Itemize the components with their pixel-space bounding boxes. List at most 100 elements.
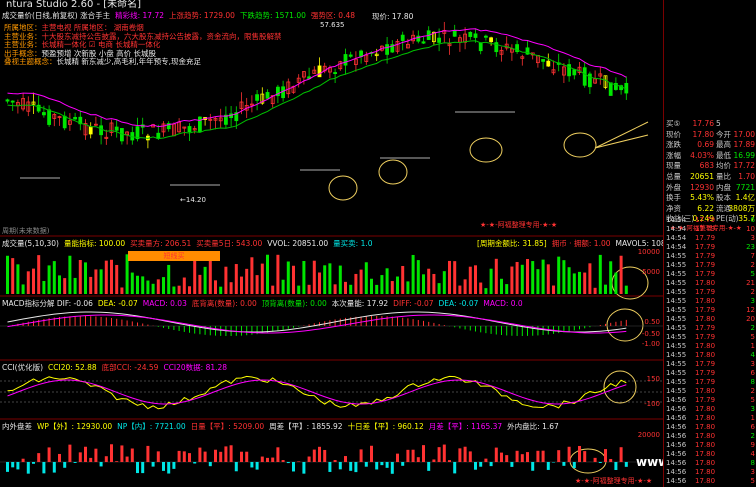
volume-bar (604, 284, 607, 294)
tick-price: 17.80 (695, 315, 716, 323)
tick-price: 17.79 (695, 324, 716, 332)
volume-bar (448, 260, 451, 294)
tick-time: 14:56 (666, 450, 687, 458)
header-item: 十日差【平】: 960.12 (347, 422, 424, 431)
volume-bar (292, 265, 295, 294)
tick-price: 17.79 (695, 234, 716, 242)
bottom-bar (136, 462, 139, 474)
volume-bar (89, 276, 93, 294)
volume-bar (526, 259, 529, 294)
bottom-bar (188, 453, 191, 462)
tick-row: 14:55 17.80 1 (664, 342, 756, 351)
tick-row: 14:55 17.80 3 (664, 297, 756, 306)
low-price-label: ←14.20 (180, 196, 206, 204)
tick-price: 17.79 (695, 369, 716, 377)
volume-bar (234, 264, 238, 294)
tick-volume: 5 (750, 477, 755, 485)
tick-price: 17.80 (695, 414, 716, 422)
bottom-bar (110, 444, 113, 462)
volume-bar (240, 276, 243, 294)
quote-row: 换手 5.43% 股本 1.4亿 (664, 192, 756, 203)
tick-volume: 3 (750, 468, 755, 476)
quote-cell: 最高 (716, 140, 731, 150)
bottom-bar (567, 446, 571, 462)
bottom-bar (245, 451, 249, 462)
bottom-bar (479, 462, 483, 467)
bottom-bar (302, 462, 306, 474)
bottom-bar (448, 460, 451, 462)
bottom-bar (427, 462, 431, 471)
header-item: DEA: -0.07 (438, 299, 479, 308)
bottom-bar (68, 444, 72, 462)
bottom-bar (557, 450, 561, 462)
highlight-ring (328, 175, 358, 201)
volume-bar (557, 256, 561, 294)
volume-bar (177, 285, 181, 294)
volume-bar (390, 281, 394, 294)
chart-area[interactable]: 成交量价(日线,前复权) 涨合手主 精彩线: 17.72 上涨趋势: 1729.00… (0, 0, 747, 487)
tick-volume: 7 (750, 252, 755, 260)
tick-time: 14:55 (666, 270, 687, 278)
volume-bar (260, 263, 264, 294)
bottom-bar (370, 445, 373, 462)
tick-volume: 6 (750, 216, 755, 224)
bottom-bar (531, 462, 535, 471)
bottom-bar (146, 445, 150, 462)
tick-time: 14:56 (666, 468, 687, 476)
tick-time: 14:55 (666, 342, 687, 350)
header-item: 量买卖: 1.0 (333, 239, 373, 248)
candle-body (10, 100, 15, 103)
header-item: 本次量能: 17.92 (331, 299, 389, 308)
tick-price: 17.80 (695, 468, 716, 476)
bottom-bar (84, 446, 87, 462)
bottom-bar (292, 462, 295, 472)
header-item: CCI(优化版) (2, 363, 44, 372)
volume-bar (58, 275, 61, 294)
tick-volume: 2 (750, 261, 755, 269)
bottom-bar (432, 459, 436, 462)
macd-axis-3: -1.00 (641, 340, 660, 348)
volume-bar (110, 259, 113, 294)
tick-volume: 5 (750, 270, 755, 278)
candle-body (317, 65, 322, 78)
candle-body (478, 42, 483, 52)
info-line-label: 叠视主题概念： (4, 57, 57, 66)
volume-bar (432, 273, 436, 294)
quote-cell: 17.00 (733, 129, 755, 139)
bottom-bar (250, 462, 254, 468)
volume-bar (47, 265, 51, 294)
header-item: 精彩线: 17.72 (115, 11, 165, 20)
volume-bar (99, 269, 103, 294)
tick-time: 14:55 (666, 360, 687, 368)
bottom-bar (99, 462, 103, 467)
tick-volume: 12 (746, 306, 755, 314)
tick-row: 14:55 17.79 8 (664, 378, 756, 387)
header-item: VVOL: 20851.00 (267, 239, 329, 248)
tick-row: 14:55 17.79 5 (664, 333, 756, 342)
tick-price: 17.79 (695, 378, 716, 386)
header-item: 买卖量5日: 543.00 (196, 239, 263, 248)
bottom-bar (255, 462, 259, 470)
quote-cell: 6.22 (697, 203, 714, 213)
tick-row: 14:54 17.79 23 (664, 243, 756, 252)
bottom-bar (78, 452, 82, 462)
bottom-bar (349, 462, 353, 471)
volume-bar (281, 279, 285, 294)
quote-cell: 17.89 (733, 140, 755, 150)
tick-price: 17.80 (695, 450, 716, 458)
bottom-header: 内外盘差 WP【外】: 12930.00 NP【内】: 7721.00 日量【平】: … (2, 421, 564, 432)
bottom-bar (609, 458, 613, 462)
bottom-axis-1: 20000 (637, 431, 660, 439)
quote-cell: 683 (699, 161, 714, 171)
bottom-bar (583, 451, 587, 462)
bottom-bar (463, 446, 467, 462)
highlight-ring (469, 137, 503, 163)
bottom-bar (364, 462, 368, 467)
volume-bar (229, 282, 233, 294)
tick-row: 14:55 17.80 2 (664, 387, 756, 396)
bottom-bar (47, 447, 51, 462)
candle-body (489, 37, 494, 43)
bottom-bar (385, 462, 389, 468)
candle-body (452, 30, 457, 37)
tick-price: 17.80 (695, 441, 716, 449)
